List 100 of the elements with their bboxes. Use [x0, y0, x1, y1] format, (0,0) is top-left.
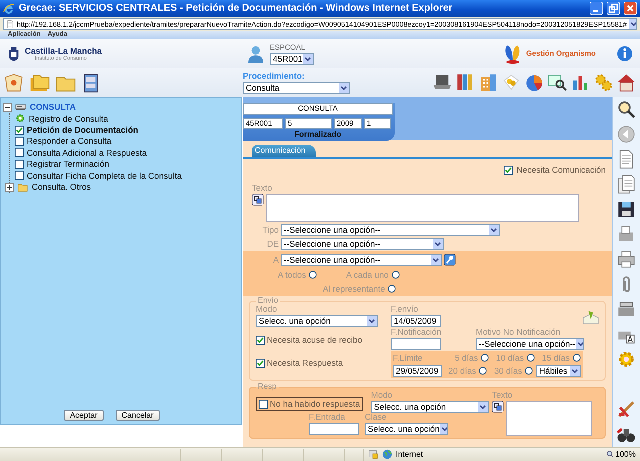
field-label: F.Límite	[393, 354, 424, 362]
tree-item[interactable]: Consultar Ficha Completa de la Consulta	[27, 170, 182, 181]
tab[interactable]: Comunicación	[252, 145, 316, 157]
checkbox[interactable]	[256, 336, 265, 344]
input-field[interactable]	[309, 423, 359, 435]
field-label: Clase	[365, 413, 388, 422]
record-status: Formalizado	[293, 130, 343, 139]
field-label: 5 días	[455, 354, 478, 362]
text-editor-button[interactable]	[252, 194, 264, 206]
text-editor-button[interactable]	[492, 401, 504, 413]
restore-button[interactable]	[607, 2, 620, 15]
dropdown[interactable]: Consulta	[243, 82, 350, 94]
printer-icon[interactable]	[616, 249, 637, 270]
checkbox[interactable]	[15, 148, 24, 158]
checkbox[interactable]	[256, 358, 265, 368]
user-icon	[246, 44, 266, 64]
caret-icon	[431, 255, 441, 265]
field-label: F.Entrada	[309, 413, 346, 422]
input-field[interactable]	[391, 338, 441, 350]
field-label: Al representante	[323, 284, 386, 294]
caret-icon	[433, 239, 443, 249]
section-title: Envío	[257, 297, 280, 305]
tree-item[interactable]: Registro de Consulta	[29, 114, 108, 124]
tree-item[interactable]: Petición de Documentación	[27, 125, 138, 136]
collapse-icon[interactable]	[3, 102, 12, 112]
checkbox[interactable]	[259, 400, 268, 408]
radio-button[interactable]	[388, 285, 396, 293]
panel-button[interactable]: Aceptar	[64, 410, 104, 421]
checkbox[interactable]	[15, 136, 24, 146]
field-label: A	[272, 256, 279, 264]
folder-icon	[17, 182, 29, 193]
radio-button[interactable]	[525, 367, 534, 375]
globe-icon	[382, 449, 393, 460]
documents-icon[interactable]	[616, 174, 637, 195]
search-icon[interactable]	[616, 99, 637, 120]
caret-icon	[303, 54, 313, 64]
info-icon[interactable]	[616, 44, 634, 62]
field-label: 15 días	[542, 354, 570, 362]
field-label: A cada uno	[346, 270, 389, 280]
tree-item[interactable]: Consulta. Otros	[32, 182, 92, 192]
checkbox[interactable]	[15, 171, 24, 180]
zoom-icon	[606, 450, 615, 459]
brand-name: Castilla-La Mancha	[25, 46, 102, 56]
minimize-button[interactable]	[590, 2, 603, 15]
field-label: No ha habido respuesta	[270, 399, 360, 409]
tree-item[interactable]: Responder a Consulta	[27, 136, 112, 146]
dropdown[interactable]: Selecc. una opción	[371, 401, 490, 413]
tree-item[interactable]: CONSULTA	[30, 102, 76, 112]
field-label: 20 días	[448, 366, 476, 376]
field-label: Texto	[252, 184, 274, 193]
field-label: Texto	[492, 391, 514, 400]
expand-icon[interactable]	[5, 182, 14, 192]
mail-icon	[581, 309, 601, 327]
caret-icon	[629, 19, 636, 29]
input-field[interactable]: 29/05/2009	[393, 365, 442, 377]
field-label: Modo	[256, 305, 278, 314]
checkbox[interactable]	[15, 160, 24, 169]
checkbox[interactable]	[15, 126, 24, 135]
radio-button[interactable]	[481, 354, 490, 362]
field-label: A todos	[278, 270, 306, 280]
dropdown[interactable]: Selecc. una opción	[256, 315, 378, 327]
close-button[interactable]	[624, 2, 637, 15]
field-label: Tipo	[262, 226, 279, 234]
window-title: Grecae: SERVICIOS CENTRALES - Petición de Documentación - Windows Internet Explorer	[19, 3, 454, 14]
dropdown[interactable]: --Seleccione una opción--	[281, 254, 442, 266]
field-label: F.Notificación	[391, 328, 443, 337]
checkbox[interactable]	[504, 166, 513, 174]
field-label: Necesita acuse de recibo	[267, 335, 362, 345]
radio-button[interactable]	[479, 367, 488, 375]
tree-item[interactable]: Registrar Terminación	[27, 159, 110, 170]
caret-icon	[478, 402, 488, 412]
field-label: Motivo No Notificación	[476, 328, 562, 337]
caret-icon	[367, 316, 377, 326]
dropdown[interactable]: --Seleccione una opción--	[281, 238, 444, 250]
house-icon[interactable]	[616, 72, 637, 93]
panel-button[interactable]: Cancelar	[116, 410, 160, 421]
caret-icon	[489, 225, 499, 235]
dropdown[interactable]: Selecc. una opción	[365, 423, 448, 435]
caret-icon	[576, 339, 583, 349]
tools-icon[interactable]	[616, 399, 637, 420]
zone-label: Internet	[396, 450, 424, 459]
tree-item[interactable]: Consulta Adicional a Respuesta	[27, 148, 148, 158]
field-label: Necesita Respuesta	[267, 358, 344, 368]
search-button[interactable]	[444, 254, 456, 266]
field-label: F.envío	[391, 305, 420, 314]
section-title: Resp	[257, 383, 278, 391]
radio-button[interactable]	[309, 271, 318, 279]
radio-button[interactable]	[527, 354, 536, 362]
zoom-control[interactable]: 100%	[606, 450, 640, 459]
search-icon[interactable]	[547, 72, 568, 93]
dropdown[interactable]: 45R001	[270, 52, 314, 64]
field-label: DE	[266, 240, 279, 248]
caret-icon	[339, 83, 349, 93]
dropdown[interactable]: Hábiles	[536, 365, 581, 377]
dropdown[interactable]: --Seleccione una opción--	[281, 224, 500, 236]
input-field[interactable]: 14/05/2009	[391, 315, 441, 327]
browser-icon	[3, 2, 15, 14]
radio-button[interactable]	[392, 271, 400, 279]
dropdown[interactable]: --Seleccione una opción--	[476, 338, 584, 350]
radio-button[interactable]	[573, 354, 581, 362]
